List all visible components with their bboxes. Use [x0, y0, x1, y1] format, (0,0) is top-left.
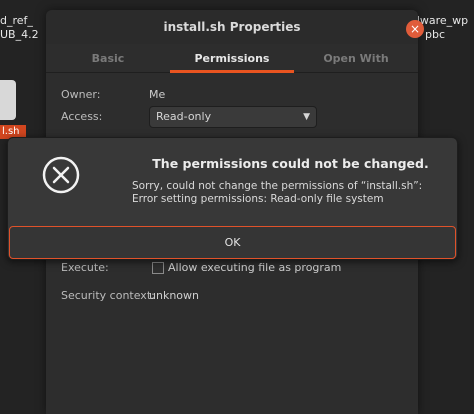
owner-label: Owner:	[61, 88, 101, 101]
tab-permissions[interactable]: Permissions	[170, 48, 294, 73]
close-button[interactable]: ×	[406, 20, 424, 38]
tab-open-with[interactable]: Open With	[294, 48, 418, 72]
security-context-label: Security context:	[61, 289, 155, 302]
tab-bar: Basic Permissions Open With	[46, 48, 418, 73]
access-dropdown[interactable]: Read-only ▼	[149, 106, 317, 128]
error-icon	[42, 156, 80, 194]
execute-label: Execute:	[61, 261, 109, 274]
error-dialog: The permissions could not be changed. So…	[7, 137, 458, 260]
chevron-down-icon: ▼	[303, 112, 310, 122]
execute-option-label[interactable]: Allow executing file as program	[168, 261, 341, 274]
owner-value: Me	[149, 88, 166, 101]
access-dropdown-value: Read-only	[156, 110, 212, 123]
close-icon: ×	[409, 22, 421, 36]
ok-button[interactable]: OK	[9, 226, 456, 259]
title-bar[interactable]: install.sh Properties ×	[46, 10, 424, 44]
access-label: Access:	[61, 110, 103, 123]
desktop-file-label-left[interactable]: d_ref_ UB_4.2	[0, 14, 39, 42]
dialog-title: The permissions could not be changed.	[152, 156, 429, 171]
security-context-value: unknown	[149, 289, 199, 302]
window-title: install.sh Properties	[163, 20, 301, 34]
execute-checkbox[interactable]	[152, 262, 164, 274]
desktop-file-icon[interactable]	[0, 80, 16, 120]
dialog-message: Sorry, could not change the permissions …	[132, 180, 423, 205]
tab-basic[interactable]: Basic	[46, 48, 170, 72]
